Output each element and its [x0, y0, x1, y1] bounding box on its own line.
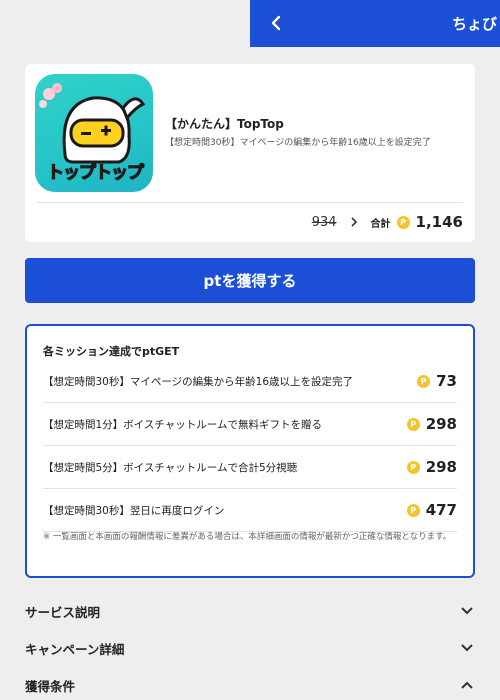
divider	[37, 202, 463, 203]
accordion-label: キャンペーン詳細	[25, 641, 125, 657]
chevron-right-icon	[350, 217, 357, 227]
chevron-down-icon	[459, 640, 475, 656]
mission-points: P 298	[406, 458, 457, 476]
mission-text: 【想定時間30秒】マイページの編集から年齢16歳以上を設定完了	[43, 375, 354, 388]
mission-item: 【想定時間1分】ボイスチャットルームで無料ギフトを贈る P 298	[43, 403, 457, 446]
mission-heading: 各ミッション達成でptGET	[43, 345, 180, 358]
point-coin-icon: P	[396, 215, 410, 229]
point-coin-icon: P	[406, 460, 420, 474]
total-points: 1,146	[415, 213, 463, 231]
accordion-label: 獲得条件	[25, 678, 76, 694]
chevron-down-icon	[459, 603, 475, 619]
old-points: 934	[311, 214, 337, 230]
mission-text: 【想定時間5分】ボイスチャットルームで合計5分視聴	[43, 461, 298, 474]
points-summary: 934 合計 P 1,146	[312, 213, 463, 231]
accordion-service-description[interactable]: サービス説明	[25, 596, 475, 626]
mission-points: P 73	[417, 372, 457, 390]
mission-text: 【想定時間30秒】翌日に再度ログイン	[43, 504, 225, 517]
total-label: 合計	[370, 218, 391, 230]
accordion-campaign-details[interactable]: キャンペーン詳細	[25, 633, 475, 663]
mission-item: 【想定時間5分】ボイスチャットルームで合計5分視聴 P 298	[43, 446, 457, 489]
mission-points: P 298	[406, 415, 457, 433]
point-coin-icon: P	[406, 503, 420, 517]
mission-points-value: 73	[436, 372, 457, 390]
mission-points-value: 298	[425, 415, 457, 433]
header-title: ちょび	[452, 15, 498, 33]
point-coin-icon: P	[417, 374, 431, 388]
chevron-left-icon	[271, 15, 281, 31]
point-coin-icon: P	[406, 417, 420, 431]
get-points-button[interactable]: ptを獲得する	[25, 258, 475, 303]
app-icon: トップトップ	[35, 74, 153, 192]
app-icon-logo-text: トップトップ	[46, 162, 144, 183]
mission-text: 【想定時間1分】ボイスチャットルームで無料ギフトを贈る	[43, 418, 322, 431]
mission-points-value: 477	[425, 501, 457, 519]
mission-item: 【想定時間30秒】マイページの編集から年齢16歳以上を設定完了 P 73	[43, 360, 457, 403]
chevron-up-icon	[459, 677, 475, 693]
mission-points-value: 298	[425, 458, 457, 476]
mission-list: 各ミッション達成でptGET 【想定時間30秒】マイページの編集から年齢16歳以…	[25, 324, 475, 578]
mission-item: 【想定時間30秒】翌日に再度ログイン P 477	[43, 489, 457, 532]
mission-note: ※ 一覧画面と本画面の報酬情報に差異がある場合は、本詳細画面の情報が最新かつ正確…	[43, 532, 452, 542]
accordion-earning-conditions[interactable]: 獲得条件	[25, 670, 475, 700]
mission-points: P 477	[406, 501, 457, 519]
accordion-label: サービス説明	[25, 604, 101, 620]
header-bar: ちょび	[250, 0, 500, 47]
app-description: 【想定時間30秒】マイページの編集から年齢16歳以上を設定完了	[165, 138, 431, 148]
back-button[interactable]	[264, 11, 288, 35]
app-card: トップトップ 【かんたん】TopTop 【想定時間30秒】マイページの編集から年…	[25, 64, 475, 242]
app-name: 【かんたん】TopTop	[165, 117, 284, 131]
